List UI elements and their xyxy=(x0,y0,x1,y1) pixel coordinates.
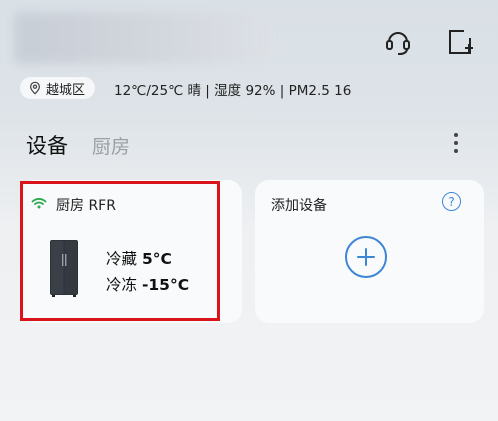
more-icon[interactable] xyxy=(446,131,466,155)
fridge-value: 5°C xyxy=(141,250,172,268)
weather-info: 12℃/25℃ 晴 | 湿度 92% | PM2.5 16 xyxy=(114,83,352,99)
location-pin-icon xyxy=(30,81,40,95)
location-label: 越城区 xyxy=(46,82,86,98)
freezer-temp-row: 冷冻 -15°C xyxy=(106,273,189,295)
location-pill[interactable]: 越城区 xyxy=(20,77,96,99)
wifi-icon xyxy=(31,198,47,209)
fridge-temp-row: 冷藏 5°C xyxy=(106,247,172,269)
headset-icon xyxy=(386,32,410,55)
add-device-top-button[interactable] xyxy=(442,24,478,60)
freezer-value: -15°C xyxy=(141,276,190,294)
freezer-label: 冷冻 xyxy=(106,276,138,294)
blurred-home-title xyxy=(14,12,270,64)
add-device-button[interactable] xyxy=(345,236,387,278)
fridge-icon xyxy=(50,240,78,297)
tab-bar: 设备 厨房 xyxy=(26,130,130,160)
fridge-label: 冷藏 xyxy=(106,250,138,268)
customer-service-button[interactable] xyxy=(380,24,416,60)
tab-kitchen[interactable]: 厨房 xyxy=(92,132,130,159)
add-device-title: 添加设备 xyxy=(271,198,327,214)
tab-devices[interactable]: 设备 xyxy=(26,130,68,160)
help-icon[interactable]: ? xyxy=(442,192,461,211)
add-screen-icon xyxy=(449,30,473,54)
plus-icon xyxy=(357,248,375,266)
device-name: 厨房 RFR xyxy=(56,198,116,214)
